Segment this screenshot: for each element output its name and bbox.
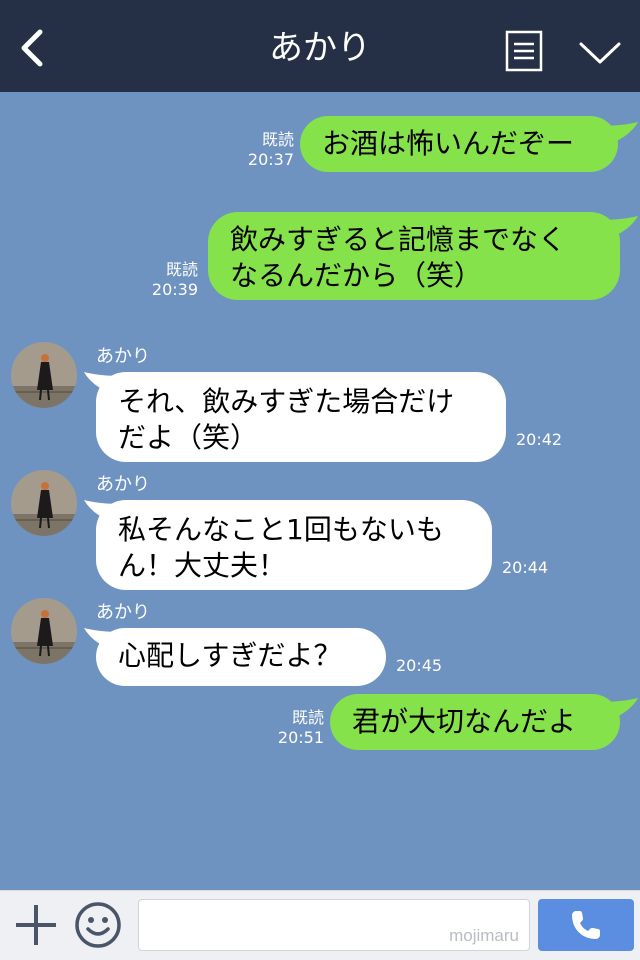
emoji-icon[interactable] — [74, 901, 122, 949]
message-bubble-incoming[interactable]: 私そんなこと1回もないも ん！大丈夫！ — [96, 500, 492, 590]
message-bubble-incoming[interactable]: 心配しすぎだよ？ — [96, 628, 386, 686]
message-text-line: 私そんなこと1回もないも — [118, 513, 444, 546]
message-meta: 既読 20:37 — [236, 130, 294, 170]
read-receipt: 既読 — [291, 708, 324, 727]
message-text: お酒は怖いんだぞー — [322, 127, 575, 160]
watermark: mojimaru — [449, 926, 519, 945]
call-button[interactable] — [538, 899, 634, 951]
avatar[interactable] — [11, 470, 77, 536]
message-time: 20:39 — [151, 280, 198, 299]
message-input[interactable]: mojimaru — [138, 899, 530, 951]
message-text-line: だよ（笑） — [118, 421, 259, 454]
message-text-line: 飲みすぎると記憶までなく — [230, 223, 567, 256]
phone-icon — [572, 911, 600, 939]
avatar-photo — [11, 598, 77, 664]
message-bubble-outgoing[interactable]: 君が大切なんだよ — [330, 694, 620, 750]
message-time: 20:45 — [396, 656, 443, 675]
avatar-photo — [11, 342, 77, 408]
sender-name: あかり — [96, 346, 150, 367]
message-bubble-outgoing[interactable]: 飲みすぎると記憶までなく なるんだから（笑） — [208, 212, 620, 300]
message-bubble-incoming[interactable]: それ、飲みすぎた場合だけ だよ（笑） — [96, 372, 506, 462]
read-receipt: 既読 — [261, 130, 294, 149]
avatar[interactable] — [11, 598, 77, 664]
message-text-line: それ、飲みすぎた場合だけ — [118, 385, 455, 418]
chat-area[interactable]: 既読 20:37 お酒は怖いんだぞー 既読 20:39 飲みすぎると記憶までなく… — [0, 92, 640, 890]
message-time: 20:42 — [516, 430, 563, 449]
chat-title: あかり — [269, 28, 371, 68]
message-time: 20:44 — [502, 558, 549, 577]
message-text: 心配しすぎだよ？ — [118, 639, 342, 672]
plus-icon[interactable] — [14, 903, 58, 947]
menu-list-icon[interactable] — [505, 30, 543, 72]
avatar[interactable] — [11, 342, 77, 408]
avatar-photo — [11, 470, 77, 536]
input-bar: mojimaru — [0, 890, 640, 960]
message-time: 20:37 — [247, 150, 294, 169]
message-bubble-outgoing[interactable]: お酒は怖いんだぞー — [300, 116, 618, 172]
message-meta: 既読 20:51 — [276, 708, 324, 748]
message-meta: 既読 20:39 — [150, 260, 198, 300]
chevron-down-icon[interactable] — [578, 38, 622, 68]
message-text: 君が大切なんだよ — [352, 705, 577, 738]
message-time: 20:51 — [277, 728, 324, 747]
message-text-line: ん！大丈夫！ — [118, 549, 287, 582]
sender-name: あかり — [96, 602, 150, 623]
sender-name: あかり — [96, 474, 150, 495]
message-text-line: なるんだから（笑） — [230, 259, 483, 292]
read-receipt: 既読 — [165, 260, 198, 279]
chat-header: あかり — [0, 0, 640, 92]
